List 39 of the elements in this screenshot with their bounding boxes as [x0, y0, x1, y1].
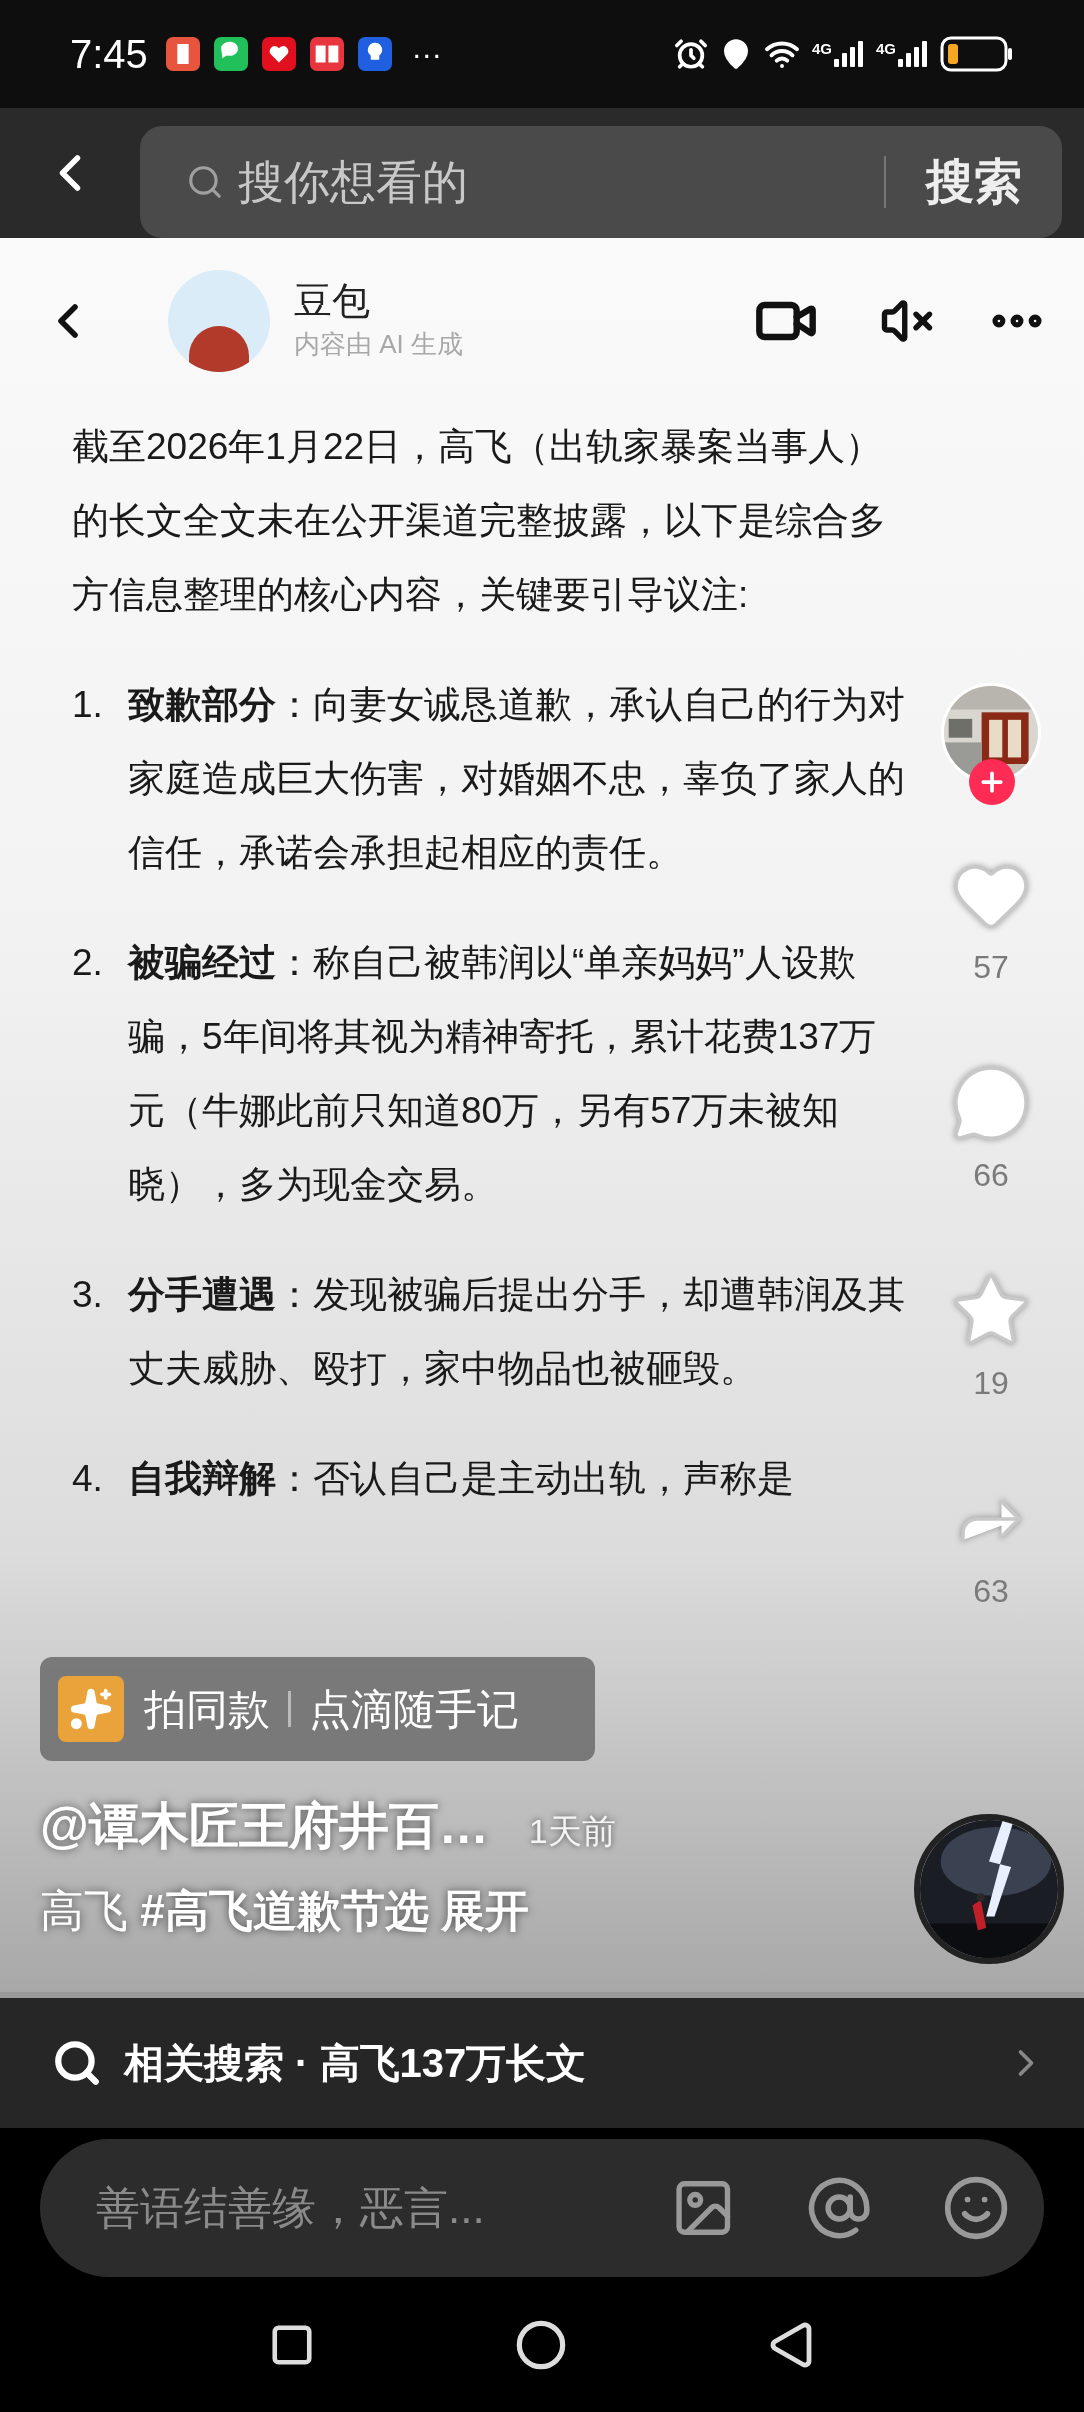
- search-icon: [186, 163, 224, 201]
- search-icon: [52, 2038, 102, 2088]
- related-search-text: 相关搜索 · 高飞137万长文: [124, 2040, 587, 2087]
- battery-icon: [940, 36, 1014, 72]
- sparkle-icon: [69, 1687, 113, 1731]
- recents-icon[interactable]: [269, 2322, 315, 2368]
- intro-paragraph: 截至2026年1月22日，高飞（出轨家暴案当事人）的长文全文未在公开渠道完整披露，以下是综合多方信息整理的核心内容，关键要引导议注:: [72, 425, 887, 617]
- list-number: 1.: [72, 683, 104, 727]
- network-type: 4G: [811, 41, 832, 56]
- count-label: 66: [973, 1156, 1009, 1195]
- signal-icon: [834, 41, 864, 67]
- ai-disclaimer: 内容由 AI 生成: [294, 328, 463, 362]
- shoot-same-button[interactable]: 拍同款: [144, 1677, 270, 1741]
- list-item-text: 致歉部分：向妻女诚恳道歉，承认自己的行为对家庭造成巨大伤害，对婚姻不忠，辜负了家人的信任，承诺会承担起相应的责任。: [128, 683, 905, 875]
- list-item-text: 被骗经过：称自己被韩润以“单亲妈妈”人设欺骗，5年间将其视为精神寄托，累计花费137万元（牛娜此前只知道80万，另有57万未被知晓），多为现金交易。: [128, 941, 878, 1207]
- list-number: 4.: [72, 1457, 104, 1501]
- more-notifications: ···: [411, 39, 442, 69]
- count-label: 57: [973, 948, 1009, 987]
- list-item-text: 分手遭遇：发现被骗后提出分手，却遭韩润及其丈夫威胁、殴打，家中物品也被砸毁。: [128, 1273, 905, 1391]
- signal-icon: [898, 41, 928, 67]
- related-search-bar[interactable]: 相关搜索 · 高飞137万长文: [0, 1998, 1084, 2128]
- alarm-icon: [673, 37, 708, 71]
- list-item-text: 自我辩解：否认自己是主动出轨，声称是: [128, 1457, 794, 1501]
- video-caption: 高飞 #高飞道歉节选 展开: [40, 1885, 530, 1937]
- comment-field[interactable]: 善语结善缘，恶言...: [40, 2139, 1044, 2277]
- network-type: 4G: [876, 41, 896, 56]
- chat-name: 豆包: [294, 278, 371, 324]
- post-time: 1天前: [528, 1811, 616, 1852]
- count-label: 19: [973, 1364, 1009, 1403]
- effect-name[interactable]: 点滴随手记: [309, 1677, 519, 1741]
- list-number: 2.: [72, 941, 104, 985]
- search-input[interactable]: 搜你想看的: [238, 147, 884, 217]
- list-number: 3.: [72, 1273, 104, 1317]
- home-icon[interactable]: [515, 2319, 567, 2371]
- clock-time: 7:45: [70, 31, 148, 78]
- follow-button[interactable]: [969, 759, 1015, 805]
- search-field[interactable]: 搜你想看的 搜索: [140, 126, 1062, 238]
- count-label: 63: [973, 1572, 1009, 1611]
- search-button[interactable]: 搜索: [926, 146, 1022, 218]
